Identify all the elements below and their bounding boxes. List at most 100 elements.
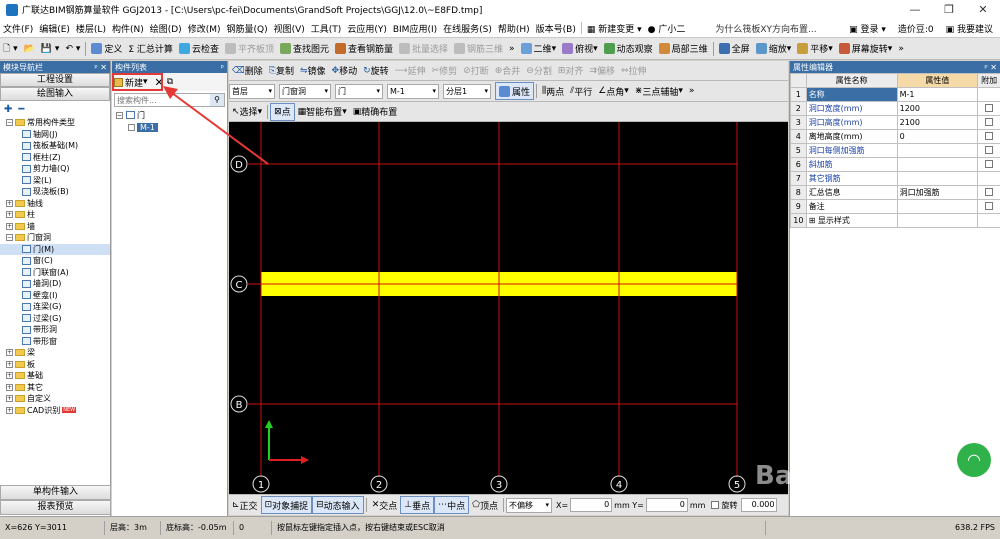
minimize-button[interactable]: — [898,3,932,16]
property-row[interactable]: 8 汇总信息 洞口加强筋 [790,185,1000,200]
guang-xiao-er-button[interactable]: ● 广小二 [645,22,689,35]
tree-expand-icon[interactable]: + [6,395,13,403]
tree-folder[interactable]: + 自定义 [0,393,110,405]
property-value[interactable]: 1200 [896,101,979,116]
component-tree-root[interactable]: 门 [137,110,145,121]
move-button[interactable]: ✥ 移动 [329,62,361,80]
select-button[interactable]: ↖ 选择 ▾ [229,103,265,121]
menu-component[interactable]: 构件(N) [109,22,147,35]
extra-checkbox[interactable] [985,117,994,126]
menu-cloud[interactable]: 云应用(Y) [344,22,390,35]
tree-item[interactable]: 门(M) [0,243,110,255]
menu-tools[interactable]: 工具(T) [308,22,345,35]
parallel-button[interactable]: ⫽ 平行 [567,82,595,100]
tree-expand-icon[interactable]: + [6,372,13,380]
search-icon[interactable]: ⚲ [210,94,224,106]
summary-calc-button[interactable]: Σ 汇总计算 [125,40,176,58]
align-slab-top-button[interactable]: 平齐板顶 [222,40,277,58]
tree-expand-icon[interactable]: + [6,360,13,368]
tree-folder[interactable]: − 门窗洞 [0,232,110,244]
menu-edit[interactable]: 编辑(E) [36,22,73,35]
category-select[interactable]: 门窗洞 ▾ [279,83,331,99]
tree-folder[interactable]: + 柱 [0,209,110,221]
tree-expand-icon[interactable]: + [6,383,13,391]
tree-item[interactable]: 窗(C) [0,255,110,267]
tree-item[interactable]: 剪力墙(Q) [0,163,110,175]
menu-file[interactable]: 文件(F) [0,22,36,35]
two-point-button[interactable]: ⫼ 两点 [539,82,567,100]
tree-item[interactable]: 现浇板(B) [0,186,110,198]
fullscreen-button[interactable]: 全屏 [716,40,753,58]
tree-folder[interactable]: + 轴线 [0,198,110,210]
offset-select[interactable]: 不偏移 ▾ [505,497,552,513]
tree-item[interactable]: 框柱(Z) [0,152,110,164]
component-item-m1[interactable]: M-1 [137,122,158,132]
extra-checkbox[interactable] [985,103,994,112]
pan-button[interactable]: 平移 ▾ [794,40,836,58]
maximize-button[interactable]: ❐ [932,3,966,16]
property-value[interactable]: 0 [896,129,979,144]
undo-icon[interactable]: ↶ ▾ [62,40,83,58]
point-angle-button[interactable]: ∠ 点角 ▾ [595,82,632,100]
layer-select[interactable]: 分层1 ▾ [443,83,491,99]
tree-expand-icon[interactable]: + [6,211,13,219]
tree-folder[interactable]: + 其它 [0,382,110,394]
expand-all-icon[interactable]: ✚ [4,104,12,115]
type-select[interactable]: 门 ▾ [335,83,383,99]
pin-icon[interactable]: ᵖ [221,63,224,72]
properties-toggle-button[interactable]: 属性 [495,82,535,100]
tree-item[interactable]: 墙洞(D) [0,278,110,290]
menu-draw[interactable]: 绘图(D) [147,22,185,35]
split-button[interactable]: ⊖ 分割 [523,62,555,80]
define-button[interactable]: 定义 [88,40,125,58]
extra-checkbox[interactable] [985,145,994,154]
tree-item[interactable]: 筏板基础(M) [0,140,110,152]
tree-expand-icon[interactable]: + [6,222,13,230]
extra-checkbox[interactable] [985,159,994,168]
overflow-chevron-icon[interactable]: » [686,82,698,100]
project-settings-button[interactable]: 工程设置 [0,73,110,87]
menu-online[interactable]: 在线服务(S) [440,22,495,35]
pin-close-icon[interactable]: ᵖ ✕ [984,63,997,72]
local-3d-button[interactable]: 局部三维 [656,40,711,58]
2d-button[interactable]: 二维 ▾ [518,40,560,58]
tree-item[interactable]: 梁(L) [0,175,110,187]
screen-rotate-button[interactable]: 屏幕旋转 ▾ [836,40,896,58]
dynamic-observe-button[interactable]: 动态观察 [601,40,656,58]
tip-link[interactable]: 为什么筏板XY方向布置... [712,22,819,35]
suggest-button[interactable]: ▣ 我要建议 [943,22,996,35]
zoom-button[interactable]: 缩放 ▾ [753,40,795,58]
offset-button[interactable]: ⇉ 偏移 [586,62,618,80]
property-value[interactable] [896,213,979,228]
drawing-canvas[interactable]: 1 2 3 4 5 D C B [229,122,788,494]
property-row[interactable]: 6 斜加筋 [790,157,1000,172]
tree-item[interactable]: 门联窗(A) [0,267,110,279]
mirror-button[interactable]: ⇋ 镜像 [297,62,329,80]
tree-item[interactable]: 带形洞 [0,324,110,336]
component-select[interactable]: M-1 ▾ [387,83,439,99]
tree-item[interactable]: 过梁(G) [0,313,110,325]
save-icon[interactable]: 💾 ▾ [38,40,63,58]
tree-expand-icon[interactable]: + [6,199,13,207]
property-row[interactable]: 2 洞口宽度(mm) 1200 [790,101,1000,116]
tree-collapse-icon[interactable]: − [6,119,13,127]
tree-item[interactable]: 轴网(J) [0,129,110,141]
tree-folder[interactable]: + 梁 [0,347,110,359]
overflow-chevron-icon[interactable]: » [895,40,907,58]
property-value[interactable] [896,143,979,158]
rotate-checkbox[interactable] [711,501,720,509]
property-row[interactable]: 3 洞口高度(mm) 2100 [790,115,1000,130]
trim-button[interactable]: ✂ 修剪 [429,62,461,80]
top-view-button[interactable]: 俯视 ▾ [559,40,601,58]
menu-view[interactable]: 视图(V) [271,22,308,35]
rotate-input[interactable]: 0.000 [741,498,778,512]
tree-collapse-icon[interactable]: − [116,111,123,119]
overflow-chevron-icon[interactable]: » [506,40,518,58]
tree-collapse-icon[interactable]: − [6,234,13,242]
single-component-input-button[interactable]: 单构件输入 [0,485,111,500]
menu-modify[interactable]: 修改(M) [185,22,224,35]
three-point-axis-button[interactable]: ⋇ 三点辅轴 ▾ [632,82,686,100]
tree-folder[interactable]: + 板 [0,359,110,371]
tree-folder[interactable]: + CAD识别 NEW [0,405,110,417]
close-button[interactable]: ✕ [966,3,1000,16]
